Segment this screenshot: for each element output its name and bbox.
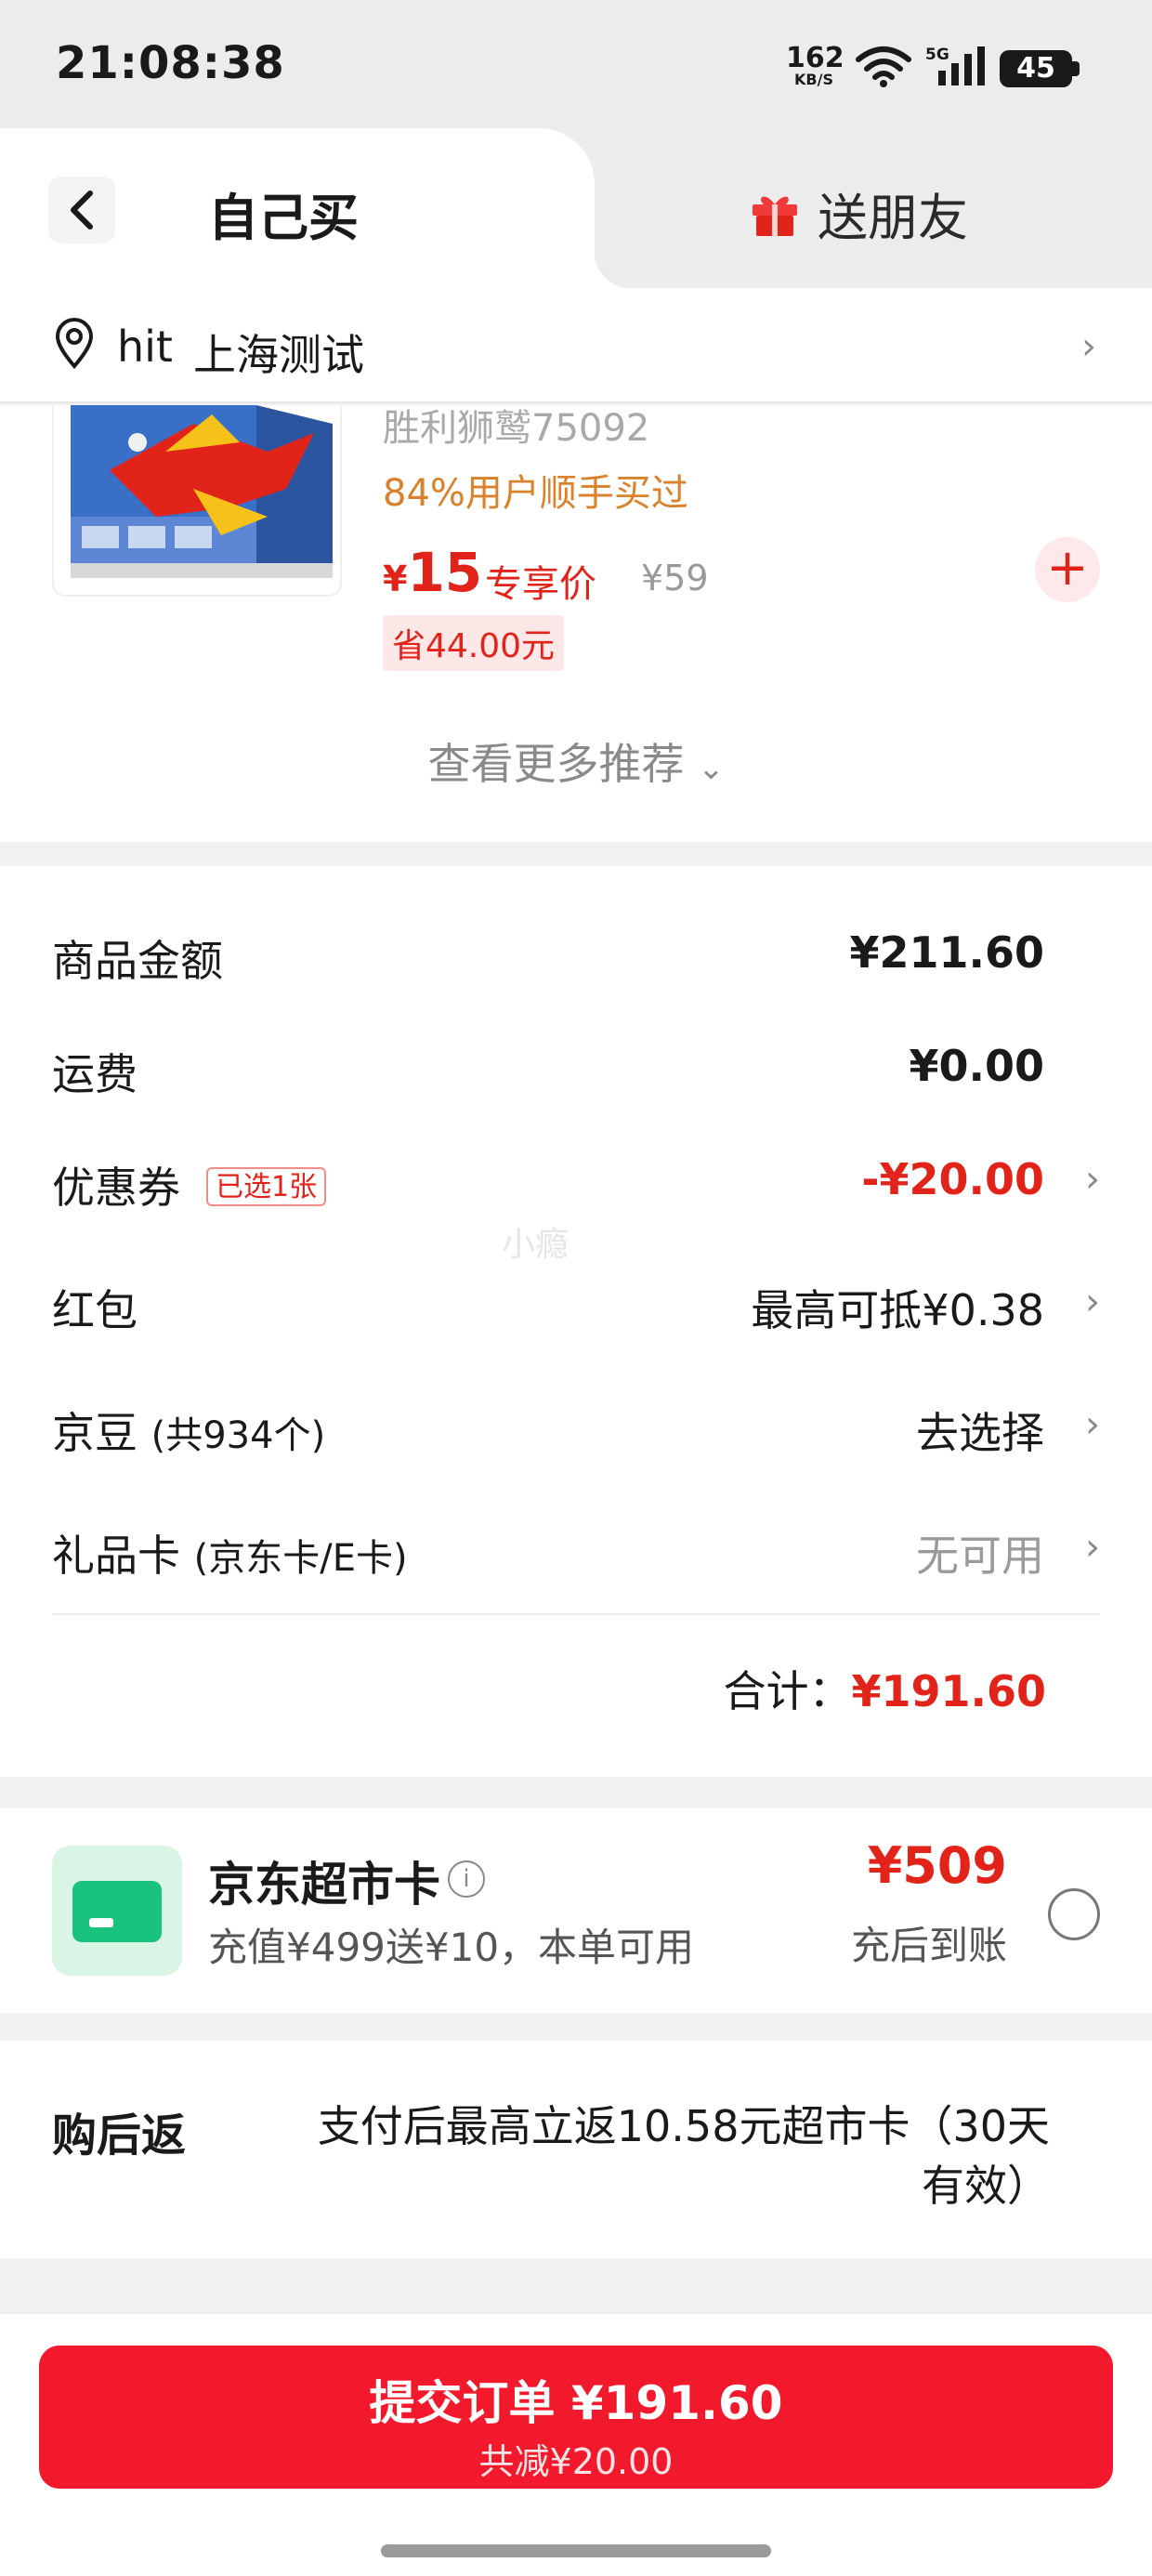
network-type-label: 5G [925, 46, 949, 64]
jd-beans-value: 去选择 [916, 1408, 1044, 1458]
submit-order-label: 提交订单 ¥191.60 [369, 2376, 783, 2430]
price-currency: ¥ [383, 559, 408, 599]
product-price: ¥15 [383, 541, 482, 604]
tab-send-friend[interactable]: 送朋友 [749, 177, 968, 250]
toy-box-illustration [71, 405, 333, 578]
network-speed-value: 162 [786, 42, 844, 74]
recommend-section: 胜利狮鹫75092 84%用户顺手买过 ¥15 专享价 ¥59 省44.00元 … [0, 405, 1152, 842]
battery-cap [1072, 61, 1080, 76]
gift-card-types: (京东卡/E卡) [193, 1537, 408, 1580]
saving-badge: 省44.00元 [383, 615, 565, 671]
chevron-right-icon: › [1081, 325, 1096, 368]
gift-card-value: 无可用 [916, 1531, 1044, 1581]
network-speed: 162 KB/S [786, 42, 844, 88]
chevron-right-icon: › [1085, 1281, 1100, 1323]
jd-beans-row[interactable]: 京豆 (共934个) 去选择 › [52, 1387, 1100, 1461]
coupon-selected-badge: 已选1张 [206, 1167, 327, 1206]
cellular-signal-icon: 5G [925, 46, 985, 85]
divider [52, 1613, 1100, 1615]
supermarket-card-title: 京东超市卡 [208, 1858, 440, 1912]
shipping-address-row[interactable]: hit 上海测试 › [0, 288, 1152, 403]
jd-beans-count: (共934个) [151, 1414, 326, 1457]
price-label: 专享价 [485, 563, 596, 606]
coupon-row[interactable]: 优惠券 已选1张 -¥20.00 › [52, 1141, 1100, 1216]
shipping-fee-label: 运费 [52, 1049, 137, 1099]
gift-card-title: 礼品卡 [52, 1531, 180, 1581]
supermarket-card-desc: 充值¥499送¥10，本单可用 [208, 1925, 695, 1970]
rebate-text: 支付后最高立返10.58元超市卡（30天有效） [317, 2101, 1050, 2211]
product-image[interactable] [52, 405, 342, 597]
more-recommendations-label: 查看更多推荐 [427, 739, 685, 789]
battery-icon: 45 [1000, 50, 1072, 87]
tab-send-friend-label: 送朋友 [818, 189, 968, 247]
supermarket-card-radio[interactable] [1048, 1888, 1100, 1940]
goods-amount-row: 商品金额 ¥211.60 [52, 914, 1100, 989]
more-recommendations-link[interactable]: 查看更多推荐 ⌄ [0, 730, 1152, 792]
goods-amount-value: ¥211.60 [849, 927, 1044, 978]
back-button[interactable] [48, 177, 115, 243]
address-recipient: hit [117, 322, 173, 372]
chevron-right-icon: › [1085, 1526, 1100, 1569]
order-total-label: 合计： [723, 1666, 852, 1716]
bottom-bar: 提交订单 ¥191.60 共减¥20.00 [0, 2312, 1152, 2576]
add-to-cart-button[interactable]: + [1035, 537, 1100, 602]
bought-rate: 84%用户顺手买过 [383, 472, 688, 515]
wifi-icon [856, 46, 911, 87]
price-value: 15 [407, 541, 483, 604]
status-time: 21:08:38 [56, 37, 285, 89]
supermarket-card-offer[interactable]: 京东超市卡 i 充值¥499送¥10，本单可用 ¥509 充后到账 [0, 1808, 1152, 2013]
status-bar: 21:08:38 162 KB/S 5G 45 [0, 0, 1152, 128]
card-icon [52, 1846, 182, 1976]
home-indicator[interactable] [381, 2544, 771, 2557]
shipping-fee-row: 运费 ¥0.00 [52, 1028, 1100, 1102]
rebate-label: 购后返 [52, 2109, 187, 2162]
tab-self-buy[interactable]: 自己买 [0, 128, 632, 288]
submit-order-reduction: 共减¥20.00 [478, 2441, 674, 2482]
order-total-value: ¥191.60 [851, 1666, 1046, 1716]
red-packet-row[interactable]: 红包 最高可抵¥0.38 › [52, 1264, 1100, 1338]
product-name: 胜利狮鹫75092 [383, 407, 650, 450]
red-packet-label: 红包 [52, 1285, 137, 1335]
order-total: 合计：¥191.60 [723, 1658, 1046, 1719]
supermarket-card-price: ¥509 [867, 1836, 1007, 1895]
red-packet-value: 最高可抵¥0.38 [751, 1285, 1044, 1335]
price-summary: 商品金额 ¥211.60 运费 ¥0.00 优惠券 已选1张 -¥20.00 ›… [0, 866, 1152, 1777]
chevron-right-icon: › [1085, 1403, 1100, 1446]
supermarket-card-sub: 充后到账 [850, 1923, 1007, 1968]
network-speed-unit: KB/S [794, 71, 833, 88]
goods-amount-label: 商品金额 [52, 936, 223, 986]
gift-card-label: 礼品卡 (京东卡/E卡) [52, 1522, 408, 1584]
chevron-left-icon [71, 191, 93, 230]
coupon-label: 优惠券 [52, 1163, 180, 1213]
chevron-down-icon: ⌄ [698, 750, 725, 787]
jd-beans-label: 京豆 (共934个) [52, 1400, 325, 1461]
jd-beans-title: 京豆 [52, 1408, 137, 1458]
original-price: ¥59 [641, 558, 709, 598]
gift-card-row[interactable]: 礼品卡 (京东卡/E卡) 无可用 › [52, 1509, 1100, 1584]
gift-icon [753, 196, 797, 236]
purchase-mode-tabs: 自己买 送朋友 [0, 128, 1152, 288]
coupon-value: -¥20.00 [861, 1154, 1044, 1204]
address-location: 上海测试 [193, 330, 364, 380]
watermark: 小瘾 [502, 1226, 569, 1264]
tab-self-buy-label: 自己买 [208, 189, 359, 247]
info-icon[interactable]: i [448, 1860, 485, 1898]
submit-order-button[interactable]: 提交订单 ¥191.60 共减¥20.00 [39, 2346, 1113, 2489]
shipping-fee-value: ¥0.00 [909, 1041, 1044, 1091]
post-purchase-rebate: 购后返 支付后最高立返10.58元超市卡（30天有效） [0, 2041, 1152, 2258]
chevron-right-icon: › [1085, 1158, 1100, 1201]
location-pin-icon [55, 318, 94, 370]
